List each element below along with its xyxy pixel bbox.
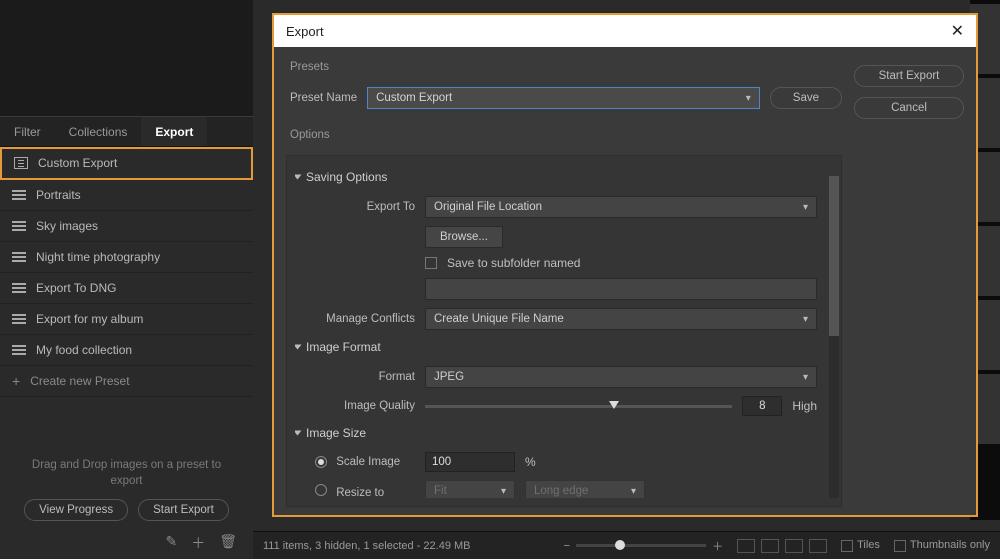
zoom-in-icon[interactable]: ＋ — [712, 538, 723, 554]
list-icon — [12, 190, 26, 200]
subfolder-name-input[interactable] — [425, 278, 817, 300]
view-grid-icon[interactable] — [761, 539, 779, 553]
drag-hint: Drag and Drop images on a preset to expo… — [0, 397, 253, 489]
create-new-preset[interactable]: + Create new Preset — [0, 366, 253, 397]
preset-item-label: Night time photography — [36, 250, 160, 264]
options-panel: Saving Options Export To Original File L… — [286, 155, 842, 507]
list-icon — [12, 283, 26, 293]
preset-item-export-album[interactable]: Export for my album — [0, 304, 253, 335]
resize-fit-select[interactable]: Fit▾ — [425, 480, 515, 498]
left-bottom-buttons: View Progress Start Export — [0, 489, 253, 527]
manage-conflicts-label: Manage Conflicts — [305, 313, 415, 325]
dialog-titlebar: Export ✕ — [274, 15, 976, 47]
status-text: 111 items, 3 hidden, 1 selected - 22.49 … — [263, 540, 471, 552]
trash-icon[interactable]: 🗑 — [219, 533, 237, 553]
presets-section-label: Presets — [290, 61, 842, 73]
image-quality-label: Image Quality — [305, 400, 415, 412]
disclosure-icon — [295, 431, 302, 436]
preset-item-label: Export for my album — [36, 312, 143, 326]
preset-item-portraits[interactable]: Portraits — [0, 180, 253, 211]
scrollbar-thumb[interactable] — [829, 176, 839, 336]
zoom-out-icon[interactable]: − — [564, 540, 570, 552]
plus-icon: + — [12, 374, 20, 388]
left-tabs: Filter Collections Export — [0, 117, 253, 147]
view-progress-button[interactable]: View Progress — [24, 499, 128, 521]
tab-collections[interactable]: Collections — [55, 117, 142, 146]
view-single-icon[interactable] — [809, 539, 827, 553]
resize-to-radio[interactable] — [315, 484, 327, 496]
export-to-label: Export To — [305, 201, 415, 213]
list-icon — [12, 345, 26, 355]
preset-item-export-dng[interactable]: Export To DNG — [0, 273, 253, 304]
scale-image-radio[interactable] — [315, 456, 327, 468]
resize-to-label: Resize to — [336, 487, 384, 499]
scale-image-label: Scale Image — [336, 456, 400, 468]
preset-list: Custom Export Portraits Sky images Night… — [0, 147, 253, 397]
preset-item-label: My food collection — [36, 343, 132, 357]
scale-value-input[interactable] — [425, 452, 515, 472]
disclosure-icon — [295, 345, 302, 350]
browse-button[interactable]: Browse... — [425, 226, 503, 248]
list-icon — [12, 252, 26, 262]
preset-item-label: Export To DNG — [36, 281, 116, 295]
preset-item-label: Sky images — [36, 219, 98, 233]
left-tool-icons: ✎ ＋ 🗑 — [0, 527, 253, 559]
export-dialog: Export ✕ Presets Preset Name Custom Expo… — [272, 13, 978, 517]
format-select[interactable]: JPEG▾ — [425, 366, 817, 388]
image-quality-slider[interactable] — [425, 405, 732, 408]
left-panel: Filter Collections Export Custom Export … — [0, 0, 253, 559]
create-new-label: Create new Preset — [30, 374, 129, 388]
scale-unit: % — [525, 455, 536, 469]
view-mode-toggles — [737, 539, 827, 553]
tab-export[interactable]: Export — [141, 117, 207, 146]
save-subfolder-label: Save to subfolder named — [447, 256, 580, 270]
close-icon[interactable]: ✕ — [951, 21, 964, 41]
resize-edge-select[interactable]: Long edge▾ — [525, 480, 645, 498]
start-export-button[interactable]: Start Export — [854, 65, 964, 87]
left-header-spacer — [0, 0, 253, 117]
manage-conflicts-select[interactable]: Create Unique File Name▾ — [425, 308, 817, 330]
tiles-toggle[interactable]: Tiles — [841, 539, 880, 551]
export-icon — [14, 157, 28, 169]
zoom-slider[interactable]: − ＋ — [564, 538, 723, 554]
preset-item-custom-export[interactable]: Custom Export — [0, 147, 253, 180]
list-icon — [12, 314, 26, 324]
preset-item-sky-images[interactable]: Sky images — [0, 211, 253, 242]
chevron-down-icon: ▾ — [746, 93, 751, 104]
view-large-icon[interactable] — [785, 539, 803, 553]
image-quality-input[interactable] — [742, 396, 782, 416]
dialog-action-buttons: Start Export Cancel — [854, 59, 964, 507]
image-size-header[interactable]: Image Size — [295, 426, 817, 440]
preset-name-select[interactable]: Custom Export ▾ — [367, 87, 760, 109]
saving-options-header[interactable]: Saving Options — [295, 170, 817, 184]
export-to-select[interactable]: Original File Location▾ — [425, 196, 817, 218]
add-icon[interactable]: ＋ — [191, 533, 205, 553]
format-label: Format — [305, 371, 415, 383]
cancel-button[interactable]: Cancel — [854, 97, 964, 119]
save-subfolder-checkbox[interactable] — [425, 257, 437, 269]
save-preset-button[interactable]: Save — [770, 87, 842, 109]
preset-item-food[interactable]: My food collection — [0, 335, 253, 366]
disclosure-icon — [295, 175, 302, 180]
status-bar: 111 items, 3 hidden, 1 selected - 22.49 … — [253, 531, 1000, 559]
dialog-title: Export — [286, 24, 324, 39]
image-format-header[interactable]: Image Format — [295, 340, 817, 354]
pencil-icon[interactable]: ✎ — [165, 533, 177, 553]
tab-filter[interactable]: Filter — [0, 117, 55, 146]
list-icon — [12, 221, 26, 231]
preset-item-night-time[interactable]: Night time photography — [0, 242, 253, 273]
view-small-icon[interactable] — [737, 539, 755, 553]
thumbnails-only-toggle[interactable]: Thumbnails only — [894, 539, 990, 551]
start-export-button-sidebar[interactable]: Start Export — [138, 499, 229, 521]
preset-name-value: Custom Export — [376, 92, 452, 104]
options-section-label: Options — [290, 129, 842, 141]
preset-name-label: Preset Name — [290, 92, 357, 104]
image-quality-text: High — [792, 399, 817, 413]
preset-item-label: Custom Export — [38, 156, 117, 170]
preset-item-label: Portraits — [36, 188, 81, 202]
